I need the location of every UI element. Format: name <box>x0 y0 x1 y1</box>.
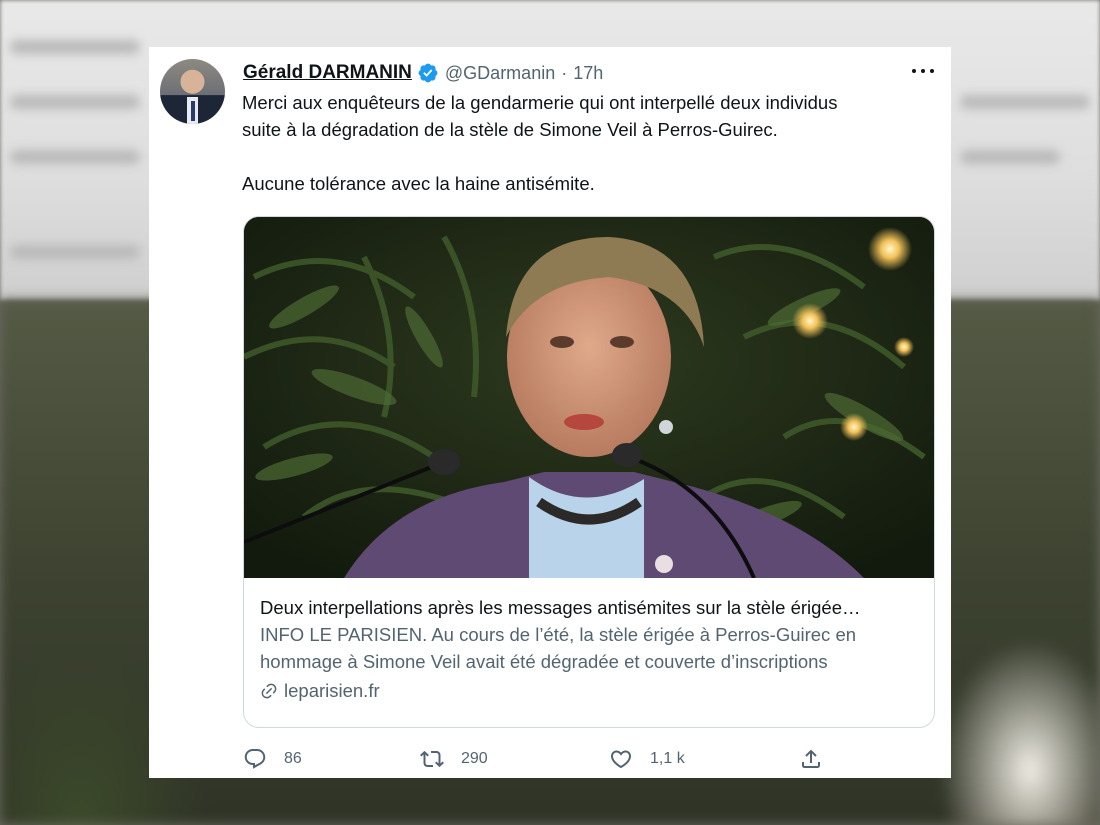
more-dot <box>921 69 925 73</box>
link-preview-domain[interactable]: leparisien.fr <box>260 677 924 704</box>
like-icon <box>610 750 632 769</box>
tweet-text-line: Merci aux enquêteurs de la gendarmerie q… <box>242 92 838 113</box>
tweet-text: Merci aux enquêteurs de la gendarmerie q… <box>242 89 932 197</box>
tweet-actions: 86 290 1,1 k <box>243 744 923 774</box>
verified-badge-icon <box>418 63 438 83</box>
more-dot <box>912 69 916 73</box>
author-handle[interactable]: @GDarmanin <box>445 63 555 84</box>
tweet-text-line: suite à la dégradation de la stèle de Si… <box>242 119 778 140</box>
retweet-count: 290 <box>461 750 488 767</box>
blurred-text-line <box>960 95 1090 109</box>
link-preview-title[interactable]: Deux interpellations après les messages … <box>260 594 924 621</box>
link-preview-text[interactable]: Deux interpellations après les messages … <box>260 594 924 704</box>
author-name[interactable]: Gérald DARMANIN <box>243 62 412 84</box>
like-count: 1,1 k <box>650 750 685 767</box>
avatar[interactable] <box>160 59 225 124</box>
retweet-icon <box>420 750 444 768</box>
separator-dot: · <box>561 62 568 83</box>
more-dot <box>930 69 934 73</box>
link-preview-description-line: INFO LE PARISIEN. Au cours de l’été, la … <box>260 624 857 645</box>
blurred-text-line <box>10 150 140 164</box>
preview-photo-illustration <box>244 217 934 578</box>
link-preview-domain-text: leparisien.fr <box>284 680 380 701</box>
link-preview-image[interactable] <box>244 217 934 578</box>
like-button[interactable]: 1,1 k <box>609 744 685 774</box>
reply-button[interactable]: 86 <box>243 744 302 774</box>
reply-count: 86 <box>284 750 302 767</box>
more-icon[interactable] <box>909 59 937 83</box>
tweet-time[interactable]: 17h <box>573 63 603 84</box>
blurred-text-line <box>960 150 1060 164</box>
reply-icon <box>244 749 266 769</box>
tweet-text-line: Aucune tolérance avec la haine antisémit… <box>242 173 595 194</box>
share-button[interactable] <box>799 744 823 774</box>
retweet-button[interactable]: 290 <box>420 744 488 774</box>
tweet-header: Gérald DARMANIN @GDarmanin · 17h <box>243 61 603 85</box>
share-icon <box>802 749 820 768</box>
blurred-text-line <box>10 95 140 109</box>
blurred-text-line <box>10 245 140 259</box>
link-preview-card[interactable]: Deux interpellations après les messages … <box>243 216 935 728</box>
link-icon <box>261 683 277 698</box>
avatar-tie <box>191 101 195 121</box>
blurred-text-line <box>10 40 140 54</box>
tweet-card[interactable]: Gérald DARMANIN @GDarmanin · 17h Merci a… <box>149 47 951 778</box>
link-preview-description-line: hommage à Simone Veil avait été dégradée… <box>260 651 828 672</box>
